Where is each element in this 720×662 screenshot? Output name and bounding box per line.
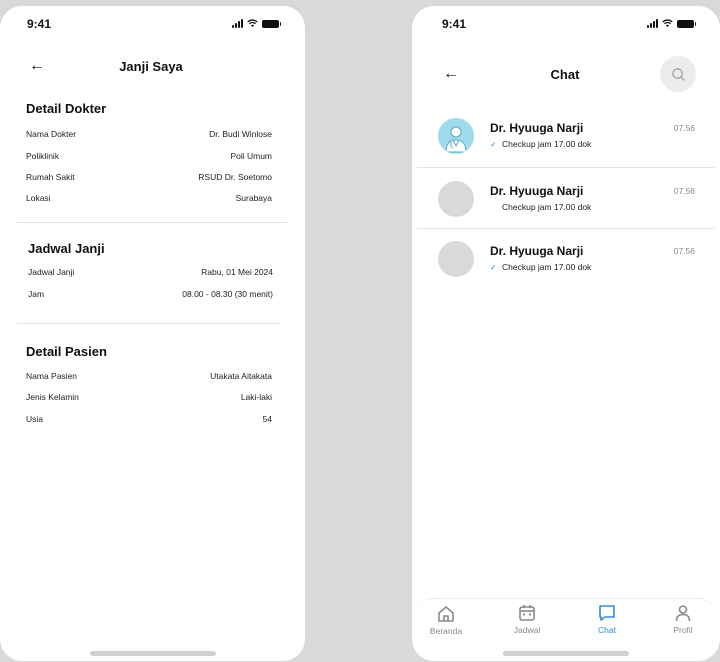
nav-label: Jadwal: [513, 625, 541, 635]
info-label: Lokasi: [26, 193, 51, 203]
chat-message-text: Checkup jam 17.00 dok: [502, 262, 592, 272]
battery-icon: [262, 19, 281, 28]
nav-label: Profil: [673, 625, 693, 635]
chat-message-text: Checkup jam 17.00 dok: [502, 139, 592, 149]
appointment-screen: 9:41 ← Janji Saya Detail Dokter Nama Dok…: [0, 6, 305, 661]
back-arrow-icon[interactable]: ←: [443, 66, 459, 82]
calendar-icon: [519, 605, 535, 621]
search-icon: [671, 67, 685, 81]
info-row-appointment-time: Jam 08.00 - 08.30 (30 menit): [28, 289, 273, 299]
home-icon: [438, 606, 454, 622]
status-bar: 9:41: [0, 16, 305, 34]
page-title: Chat: [550, 67, 580, 82]
info-value: RSUD Dr. Soetomo: [198, 172, 272, 182]
divider: [17, 323, 280, 324]
status-time: 9:41: [442, 17, 467, 31]
chat-preview: Checkup jam 17.00 dok: [490, 202, 591, 212]
back-arrow-icon[interactable]: ←: [29, 58, 45, 74]
nav-item-profil[interactable]: Profil: [658, 603, 708, 635]
info-label: Jadwal Janji: [28, 267, 75, 277]
schedule-section-title: Jadwal Janji: [28, 241, 105, 256]
chat-icon: [599, 605, 615, 621]
info-value: Utakata Aitakata: [210, 371, 272, 381]
profile-icon: [675, 605, 691, 622]
chat-message-text: Checkup jam 17.00 dok: [502, 202, 592, 212]
divider: [17, 222, 287, 223]
info-label: Nama Dokter: [26, 129, 77, 139]
read-check-icon: ✓: [490, 262, 497, 272]
chat-time: 07.56: [673, 186, 695, 196]
chat-list-item[interactable]: Dr. Hyuuga Narji ✓ Checkup jam 17.00 dok…: [417, 106, 715, 166]
info-row-appointment-date: Jadwal Janji Rabu, 01 Mei 2024: [28, 267, 273, 277]
patient-section-title: Detail Pasien: [26, 344, 107, 359]
info-label: Jam: [28, 289, 45, 299]
info-row-hospital: Rumah Sakit RSUD Dr. Soetomo: [26, 172, 272, 182]
chat-list-item[interactable]: Dr. Hyuuga Narji Checkup jam 17.00 dok 0…: [417, 169, 715, 229]
wifi-icon: [247, 19, 258, 28]
info-label: Usia: [26, 414, 44, 424]
avatar-placeholder: [438, 181, 474, 217]
divider: [417, 167, 715, 168]
chat-screen: 9:41 ← Chat Dr. Hyuuga Narji ✓ Checkup j…: [412, 6, 720, 661]
chat-contact-name: Dr. Hyuuga Narji: [490, 121, 584, 135]
chat-time: 07.56: [673, 123, 695, 133]
status-icons: [232, 19, 281, 28]
info-row-gender: Jenis Kelamin Laki-laki: [26, 392, 272, 402]
info-row-location: Lokasi Surabaya: [26, 193, 272, 203]
info-label: Jenis Kelamin: [26, 392, 79, 402]
chat-preview: ✓ Checkup jam 17.00 dok: [490, 139, 591, 149]
home-indicator: [89, 651, 216, 656]
home-indicator: [503, 651, 629, 656]
nav-item-chat[interactable]: Chat: [582, 603, 632, 635]
signal-icon: [647, 19, 658, 28]
doctor-avatar: [438, 118, 474, 154]
search-button[interactable]: [660, 56, 696, 92]
info-label: Poliklinik: [26, 151, 60, 161]
doctor-section-title: Detail Dokter: [26, 101, 107, 116]
chat-contact-name: Dr. Hyuuga Narji: [490, 184, 584, 198]
doctor-avatar-icon: [445, 126, 467, 153]
info-label: Nama Pasien: [26, 371, 78, 381]
info-value: Poli Umum: [230, 151, 272, 161]
status-bar: 9:41: [412, 16, 720, 34]
info-value: Rabu, 01 Mei 2024: [201, 267, 273, 277]
chat-list-item[interactable]: Dr. Hyuuga Narji ✓ Checkup jam 17.00 dok…: [417, 229, 715, 289]
info-value: Surabaya: [235, 193, 272, 203]
avatar-placeholder: [438, 241, 474, 277]
nav-item-jadwal[interactable]: Jadwal: [502, 603, 552, 635]
info-value: 08.00 - 08.30 (30 menit): [182, 289, 273, 299]
info-row-age: Usia 54: [26, 414, 272, 424]
status-icons: [647, 19, 696, 28]
read-check-icon: ✓: [490, 139, 497, 149]
nav-label: Chat: [598, 625, 616, 635]
signal-icon: [232, 19, 243, 28]
chat-contact-name: Dr. Hyuuga Narji: [490, 244, 584, 258]
info-value: 54: [262, 414, 272, 424]
info-row-patient-name: Nama Pasien Utakata Aitakata: [26, 371, 272, 381]
page-title: Janji Saya: [119, 59, 183, 74]
chat-preview: ✓ Checkup jam 17.00 dok: [490, 262, 591, 272]
wifi-icon: [662, 19, 673, 28]
chat-time: 07.56: [673, 246, 695, 256]
info-value: Dr. Budi Winlose: [209, 129, 272, 139]
battery-icon: [677, 19, 696, 28]
info-row-doctor-name: Nama Dokter Dr. Budi Winlose: [26, 129, 272, 139]
info-value: Laki-laki: [240, 392, 272, 402]
info-row-clinic: Poliklinik Poli Umum: [26, 151, 272, 161]
nav-item-beranda[interactable]: Beranda: [421, 604, 471, 636]
info-label: Rumah Sakit: [26, 172, 75, 182]
status-time: 9:41: [27, 17, 52, 31]
nav-label: Beranda: [429, 626, 463, 636]
bottom-nav: Beranda Jadwal Chat Profil: [417, 598, 715, 646]
